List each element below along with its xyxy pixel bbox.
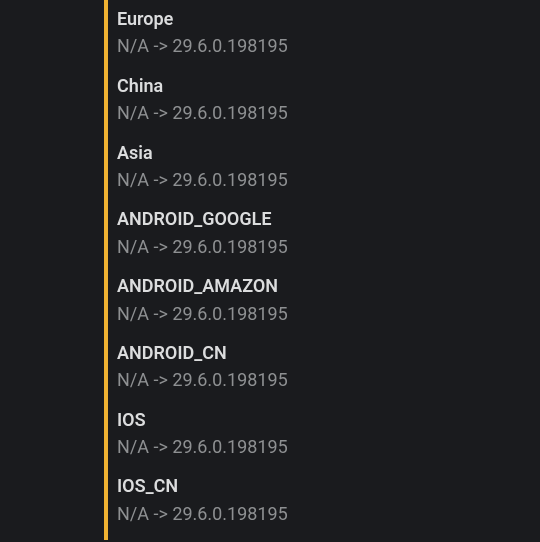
- version-value: N/A -> 29.6.0.198195: [117, 436, 537, 459]
- list-item: Europe N/A -> 29.6.0.198195: [117, 8, 537, 59]
- region-label: ANDROID_GOOGLE: [117, 208, 537, 231]
- version-value: N/A -> 29.6.0.198195: [117, 169, 537, 192]
- list-item: ANDROID_AMAZON N/A -> 29.6.0.198195: [117, 275, 537, 326]
- list-item: ANDROID_CN N/A -> 29.6.0.198195: [117, 342, 537, 393]
- accent-bar: [104, 0, 108, 540]
- list-item: IOS_CN N/A -> 29.6.0.198195: [117, 475, 537, 526]
- version-value: N/A -> 29.6.0.198195: [117, 35, 537, 58]
- version-value: N/A -> 29.6.0.198195: [117, 503, 537, 526]
- region-label: IOS: [117, 409, 537, 432]
- region-label: IOS_CN: [117, 475, 537, 498]
- list-item: Asia N/A -> 29.6.0.198195: [117, 142, 537, 193]
- version-value: N/A -> 29.6.0.198195: [117, 236, 537, 259]
- region-label: China: [117, 75, 537, 98]
- version-value: N/A -> 29.6.0.198195: [117, 102, 537, 125]
- version-list: Europe N/A -> 29.6.0.198195 China N/A ->…: [117, 8, 537, 542]
- version-value: N/A -> 29.6.0.198195: [117, 303, 537, 326]
- list-item: China N/A -> 29.6.0.198195: [117, 75, 537, 126]
- region-label: Asia: [117, 142, 537, 165]
- region-label: ANDROID_AMAZON: [117, 275, 537, 298]
- version-value: N/A -> 29.6.0.198195: [117, 369, 537, 392]
- list-item: IOS N/A -> 29.6.0.198195: [117, 409, 537, 460]
- message-block: Europe N/A -> 29.6.0.198195 China N/A ->…: [104, 0, 540, 540]
- list-item: ANDROID_GOOGLE N/A -> 29.6.0.198195: [117, 208, 537, 259]
- region-label: ANDROID_CN: [117, 342, 537, 365]
- region-label: Europe: [117, 8, 537, 31]
